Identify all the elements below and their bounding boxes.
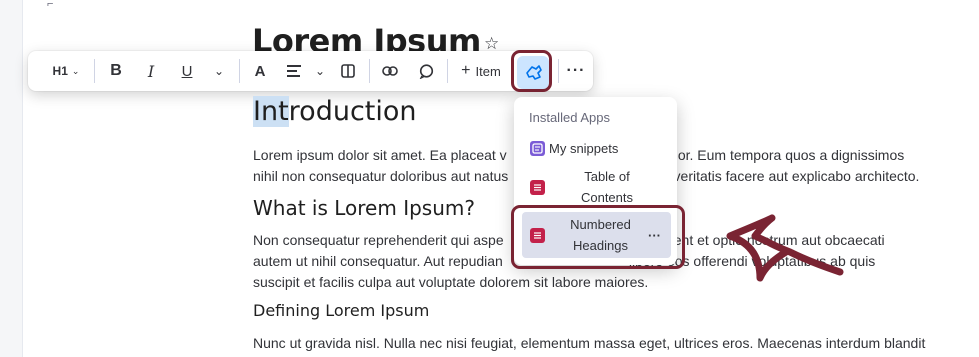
menu-item-my-snippets[interactable]: My snippets bbox=[522, 137, 671, 159]
divider bbox=[558, 59, 559, 83]
table-of-contents-icon bbox=[530, 179, 545, 195]
link-icon[interactable] bbox=[380, 60, 400, 82]
heading-label: H1 bbox=[52, 64, 68, 78]
more-options-icon[interactable]: ··· bbox=[566, 60, 586, 82]
menu-item-label: Table of Contents bbox=[580, 169, 634, 205]
paragraph-3-line-1: Nunc ut gravida nisl. Nulla nec nisi feu… bbox=[253, 335, 926, 351]
numbered-headings-highlight bbox=[511, 205, 685, 269]
paragraph-1-line-1a: Lorem ipsum dolor sit amet. Ea placeat v bbox=[253, 147, 507, 163]
paragraph-3: Nunc ut gravida nisl. Nulla nec nisi feu… bbox=[253, 333, 973, 354]
paragraph-2-line-1a: Non consequatur reprehenderit qui aspe bbox=[253, 232, 504, 248]
menu-item-label: My snippets bbox=[549, 140, 619, 156]
divider bbox=[239, 59, 240, 83]
formatting-toolbar: H1 ⌄ B I U ⌄ A ⌄ + Item ··· bbox=[28, 51, 593, 91]
comment-icon[interactable] bbox=[416, 60, 436, 82]
paragraph-1-line-2b: us ut veritatis facere aut explicabo arc… bbox=[639, 168, 920, 184]
apps-button-highlight bbox=[511, 50, 552, 92]
heading-defining: Defining Lorem Ipsum bbox=[253, 301, 430, 320]
text-color-icon[interactable]: A bbox=[250, 60, 270, 82]
annotation-arrow-icon bbox=[726, 214, 844, 282]
left-sidebar-strip bbox=[0, 0, 23, 357]
layout-columns-icon[interactable] bbox=[338, 60, 358, 82]
heading-rest: roduction bbox=[288, 96, 417, 127]
plus-icon: + bbox=[461, 62, 471, 79]
chevron-down-icon[interactable]: ⌄ bbox=[210, 60, 228, 82]
divider bbox=[447, 59, 448, 83]
heading-dropdown[interactable]: H1 ⌄ bbox=[48, 60, 84, 82]
sidebar-toggle-icon[interactable]: ⌐ bbox=[47, 0, 53, 10]
paragraph-2-line-2a: autem ut nihil consequatur. Aut repudian bbox=[253, 253, 503, 269]
add-item-button[interactable]: + Item bbox=[456, 60, 506, 82]
chevron-down-icon: ⌄ bbox=[71, 65, 80, 76]
add-item-label: Item bbox=[475, 63, 501, 79]
align-left-icon[interactable] bbox=[284, 60, 304, 82]
menu-item-table-of-contents[interactable]: Table of Contents bbox=[522, 165, 671, 209]
italic-icon[interactable]: I bbox=[141, 60, 161, 82]
menu-header: Installed Apps bbox=[529, 110, 610, 125]
snippets-icon bbox=[530, 140, 545, 156]
underline-icon[interactable]: U bbox=[177, 60, 197, 82]
chevron-down-icon[interactable]: ⌄ bbox=[312, 60, 328, 82]
divider bbox=[94, 59, 95, 83]
heading-introduction: Introduction bbox=[253, 96, 417, 127]
heading-what-is: What is Lorem Ipsum? bbox=[253, 196, 475, 220]
paragraph-2-line-3: suscipit et facilis culpa aut voluptate … bbox=[253, 274, 649, 290]
bold-icon[interactable]: B bbox=[106, 60, 126, 82]
paragraph-1-line-2a: nihil non consequatur doloribus aut natu… bbox=[253, 168, 509, 184]
selected-text: Int bbox=[253, 96, 289, 127]
divider bbox=[369, 59, 370, 83]
